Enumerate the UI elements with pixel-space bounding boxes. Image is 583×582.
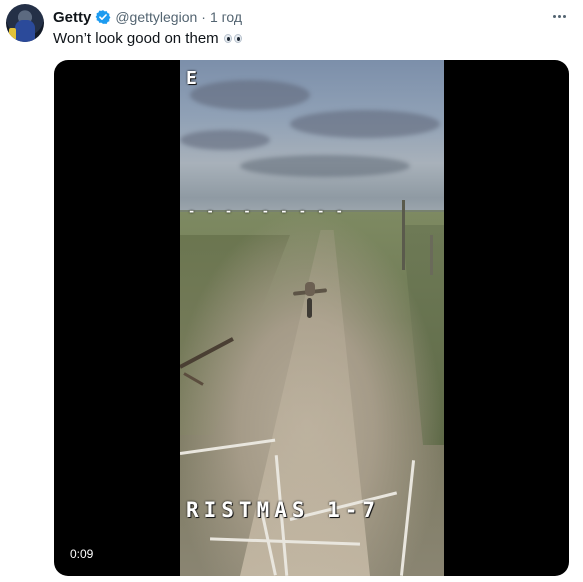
author-name[interactable]: Getty [53, 9, 91, 26]
tweet-time[interactable]: 1 год [210, 9, 242, 25]
osd-bottom-text: RISTMAS 1-7 [186, 498, 381, 522]
osd-top-label: E [186, 68, 197, 89]
tweet-text: Won’t look good on them [53, 30, 242, 47]
video-frame: E - - - - - - - - - RISTMAS 1-7 [180, 60, 444, 576]
eyes-emoji [223, 34, 242, 43]
video-timestamp: 0:09 [70, 547, 94, 561]
time-separator: · [201, 9, 206, 25]
tweet[interactable]: Getty @gettylegion · 1 год Won’t look go… [0, 0, 583, 582]
tweet-header: Getty @gettylegion · 1 год [53, 8, 242, 26]
tweet-text-content: Won’t look good on them [53, 30, 219, 47]
more-options-icon[interactable] [549, 6, 569, 26]
avatar-accent [9, 28, 16, 40]
author-handle[interactable]: @gettylegion [115, 9, 197, 25]
osd-dashes: - - - - - - - - - [188, 204, 345, 218]
video-rider [292, 280, 328, 320]
avatar[interactable] [6, 4, 44, 42]
avatar-figure [15, 20, 35, 42]
video-player[interactable]: E - - - - - - - - - RISTMAS 1-7 0:09 [54, 60, 569, 576]
verified-badge-icon [95, 9, 111, 25]
